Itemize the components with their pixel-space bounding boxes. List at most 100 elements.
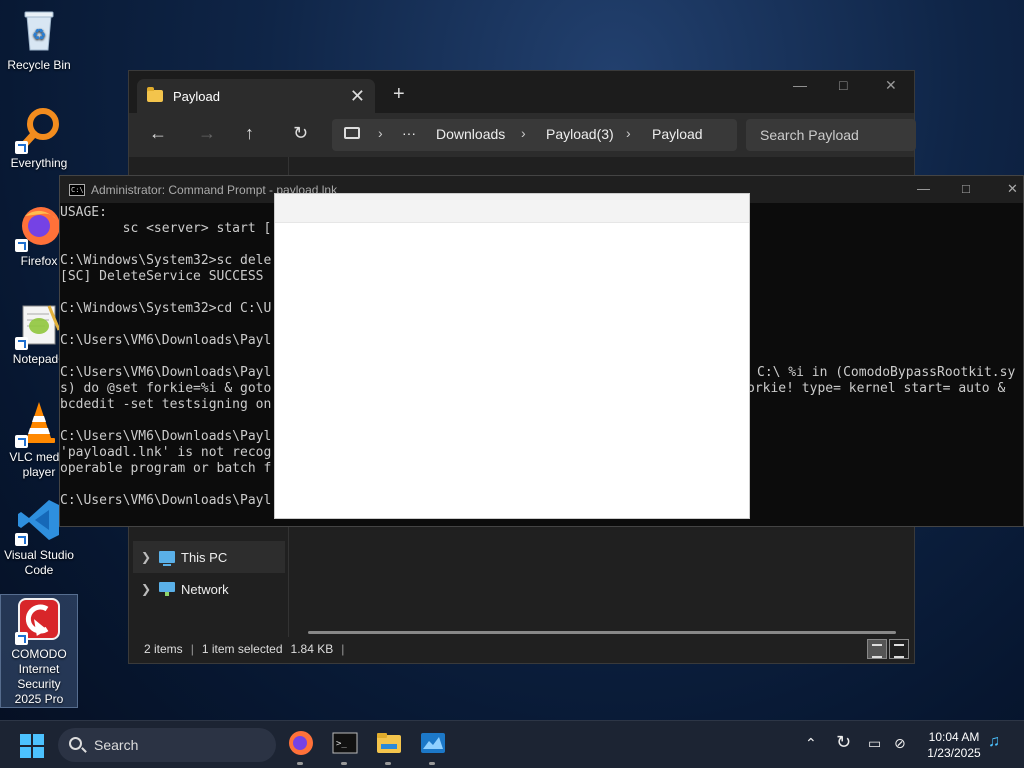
blank-dialog-titlebar[interactable] (275, 194, 749, 223)
desktop-icon-label: Firefox (20, 254, 58, 268)
taskbar-firefox[interactable] (287, 729, 315, 765)
tiles-view-button[interactable] (889, 639, 909, 659)
minimize-button[interactable]: — (793, 77, 807, 93)
desktop-icon-everything[interactable]: Everything (0, 104, 78, 171)
terminal-icon: >_ (332, 732, 358, 754)
chevron-right-icon: › (521, 125, 526, 141)
svg-text:>_: >_ (336, 739, 347, 749)
desktop-icon-recycle-bin[interactable]: ♻ Recycle Bin (0, 6, 78, 73)
forward-arrow-icon[interactable]: → (198, 123, 216, 144)
breadcrumb-payload3[interactable]: Payload(3) (546, 126, 614, 142)
folder-icon (147, 87, 163, 102)
close-button[interactable]: ✕ (1007, 181, 1018, 197)
shortcut-arrow-icon (15, 141, 28, 154)
desktop-icon-comodo[interactable]: COMODO Internet Security 2025 Pro (0, 594, 78, 708)
nav-item-this-pc[interactable]: ❯ This PC (133, 541, 285, 573)
cmd-right-fragment-2: orkie! type= kernel start= auto & (747, 381, 1006, 396)
maximize-button[interactable]: □ (962, 181, 970, 196)
status-separator: | (190, 642, 194, 656)
sync-alert-icon[interactable]: ↻ (836, 732, 851, 753)
cmd-line: operable program or batch f (60, 461, 272, 476)
taskbar-clock[interactable]: 10:04 AM 1/23/2025 (918, 729, 990, 761)
details-view-button[interactable] (867, 639, 887, 659)
cmd-line: C:\Users\VM6\Downloads\Payl (60, 333, 272, 348)
shortcut-arrow-icon (15, 239, 28, 252)
vlc-cone-icon (15, 398, 63, 448)
status-bar: 2 items | 1 item selected 1.84 KB | (129, 635, 914, 663)
network-icon[interactable]: ▭ (868, 735, 881, 752)
breadcrumb-payload[interactable]: Payload (652, 126, 703, 142)
explorer-titlebar[interactable]: Payload ✕ + — □ ✕ (129, 71, 914, 113)
cmd-icon: C:\ (69, 183, 85, 196)
app-window-icon (421, 733, 445, 753)
cmd-line: C:\Users\VM6\Downloads\Payl (60, 365, 272, 380)
everything-magnifier-icon (15, 104, 63, 154)
running-indicator (341, 762, 347, 765)
desktop-icon-label: Notepad+ (12, 352, 66, 366)
nav-item-network[interactable]: ❯ Network (133, 573, 285, 605)
minimize-button[interactable]: — (917, 181, 930, 196)
cmd-line: 'payloadl.lnk' is not recog (60, 445, 272, 460)
desktop-icon-label: COMODO Internet Security 2025 Pro (11, 647, 67, 706)
network-icon (159, 582, 175, 596)
nav-item-label: This PC (181, 549, 228, 565)
taskbar-terminal[interactable]: >_ (331, 729, 359, 765)
chevron-right-icon[interactable]: ❯ (133, 582, 159, 596)
this-pc-icon (159, 551, 175, 566)
chevron-right-icon[interactable]: ❯ (133, 550, 159, 564)
cmd-right-fragment-1: C:\ %i in (ComodoBypassRootkit.sy (757, 365, 1016, 380)
nav-item-label: Network (181, 581, 229, 597)
file-explorer-icon (377, 733, 401, 753)
recycle-bin-icon: ♻ (15, 6, 63, 54)
breadcrumb-downloads[interactable]: Downloads (436, 126, 505, 142)
cmd-line: s) do @set forkie=%i & goto (60, 381, 272, 396)
taskbar-app-4[interactable] (419, 729, 447, 765)
blank-dialog-window[interactable] (274, 193, 750, 519)
firefox-icon (15, 202, 63, 252)
start-button[interactable] (20, 734, 44, 758)
horizontal-scrollbar[interactable] (308, 631, 896, 634)
cmd-line: C:\Users\VM6\Downloads\Payl (60, 493, 272, 508)
close-button[interactable]: ✕ (885, 77, 897, 94)
refresh-icon[interactable]: ↻ (293, 123, 308, 144)
cmd-line: bcdedit -set testsigning on (60, 397, 272, 412)
running-indicator (385, 762, 391, 765)
cmd-line: [SC] DeleteService SUCCESS (60, 269, 264, 284)
tab-payload[interactable]: Payload ✕ (137, 79, 375, 113)
svg-text:♻: ♻ (32, 25, 46, 44)
maximize-button[interactable]: □ (839, 77, 847, 93)
chevron-right-icon: › (378, 125, 383, 141)
search-input[interactable]: Search Payload (746, 119, 916, 151)
selected-size: 1.84 KB (290, 642, 334, 656)
tab-close-button[interactable]: ✕ (350, 86, 365, 107)
clock-date: 1/23/2025 (927, 746, 981, 760)
tab-title: Payload (173, 88, 220, 104)
volume-muted-icon[interactable]: ⊘ (894, 735, 906, 752)
taskbar-search-label: Search (94, 737, 139, 753)
clock-time: 10:04 AM (928, 730, 980, 744)
explorer-toolbar: ← → ↑ ↻ › ··· Downloads › Payload(3) › P… (129, 113, 916, 157)
desktop-icon-label: Everything (10, 156, 68, 170)
running-indicator (297, 762, 303, 765)
chevron-up-icon[interactable]: ⌃ (805, 735, 817, 752)
cmd-line: USAGE: (60, 205, 107, 220)
new-tab-button[interactable]: + (393, 83, 405, 106)
search-icon (69, 737, 82, 750)
back-arrow-icon[interactable]: ← (149, 123, 167, 144)
up-arrow-icon[interactable]: ↑ (245, 123, 254, 144)
desktop-icon-label: Visual Studio Code (4, 548, 74, 577)
more-breadcrumbs-button[interactable]: ··· (402, 125, 416, 141)
taskbar-file-explorer[interactable] (375, 729, 403, 765)
notepad-plus-plus-icon (15, 300, 63, 350)
taskbar-search[interactable]: Search (58, 728, 276, 762)
chevron-right-icon: › (626, 125, 631, 141)
cmd-line: sc <server> start [ (60, 221, 272, 236)
address-bar[interactable]: › ··· Downloads › Payload(3) › Payload (332, 119, 737, 151)
shortcut-arrow-icon (15, 435, 28, 448)
notification-bell-icon[interactable]: ♫ (988, 733, 1000, 751)
item-count: 2 items (144, 642, 183, 656)
cmd-line: C:\Windows\System32>cd C:\U (60, 301, 272, 316)
cmd-line: C:\Users\VM6\Downloads\Payl (60, 429, 272, 444)
selected-count: 1 item selected (201, 642, 283, 656)
status-separator: | (341, 642, 345, 656)
